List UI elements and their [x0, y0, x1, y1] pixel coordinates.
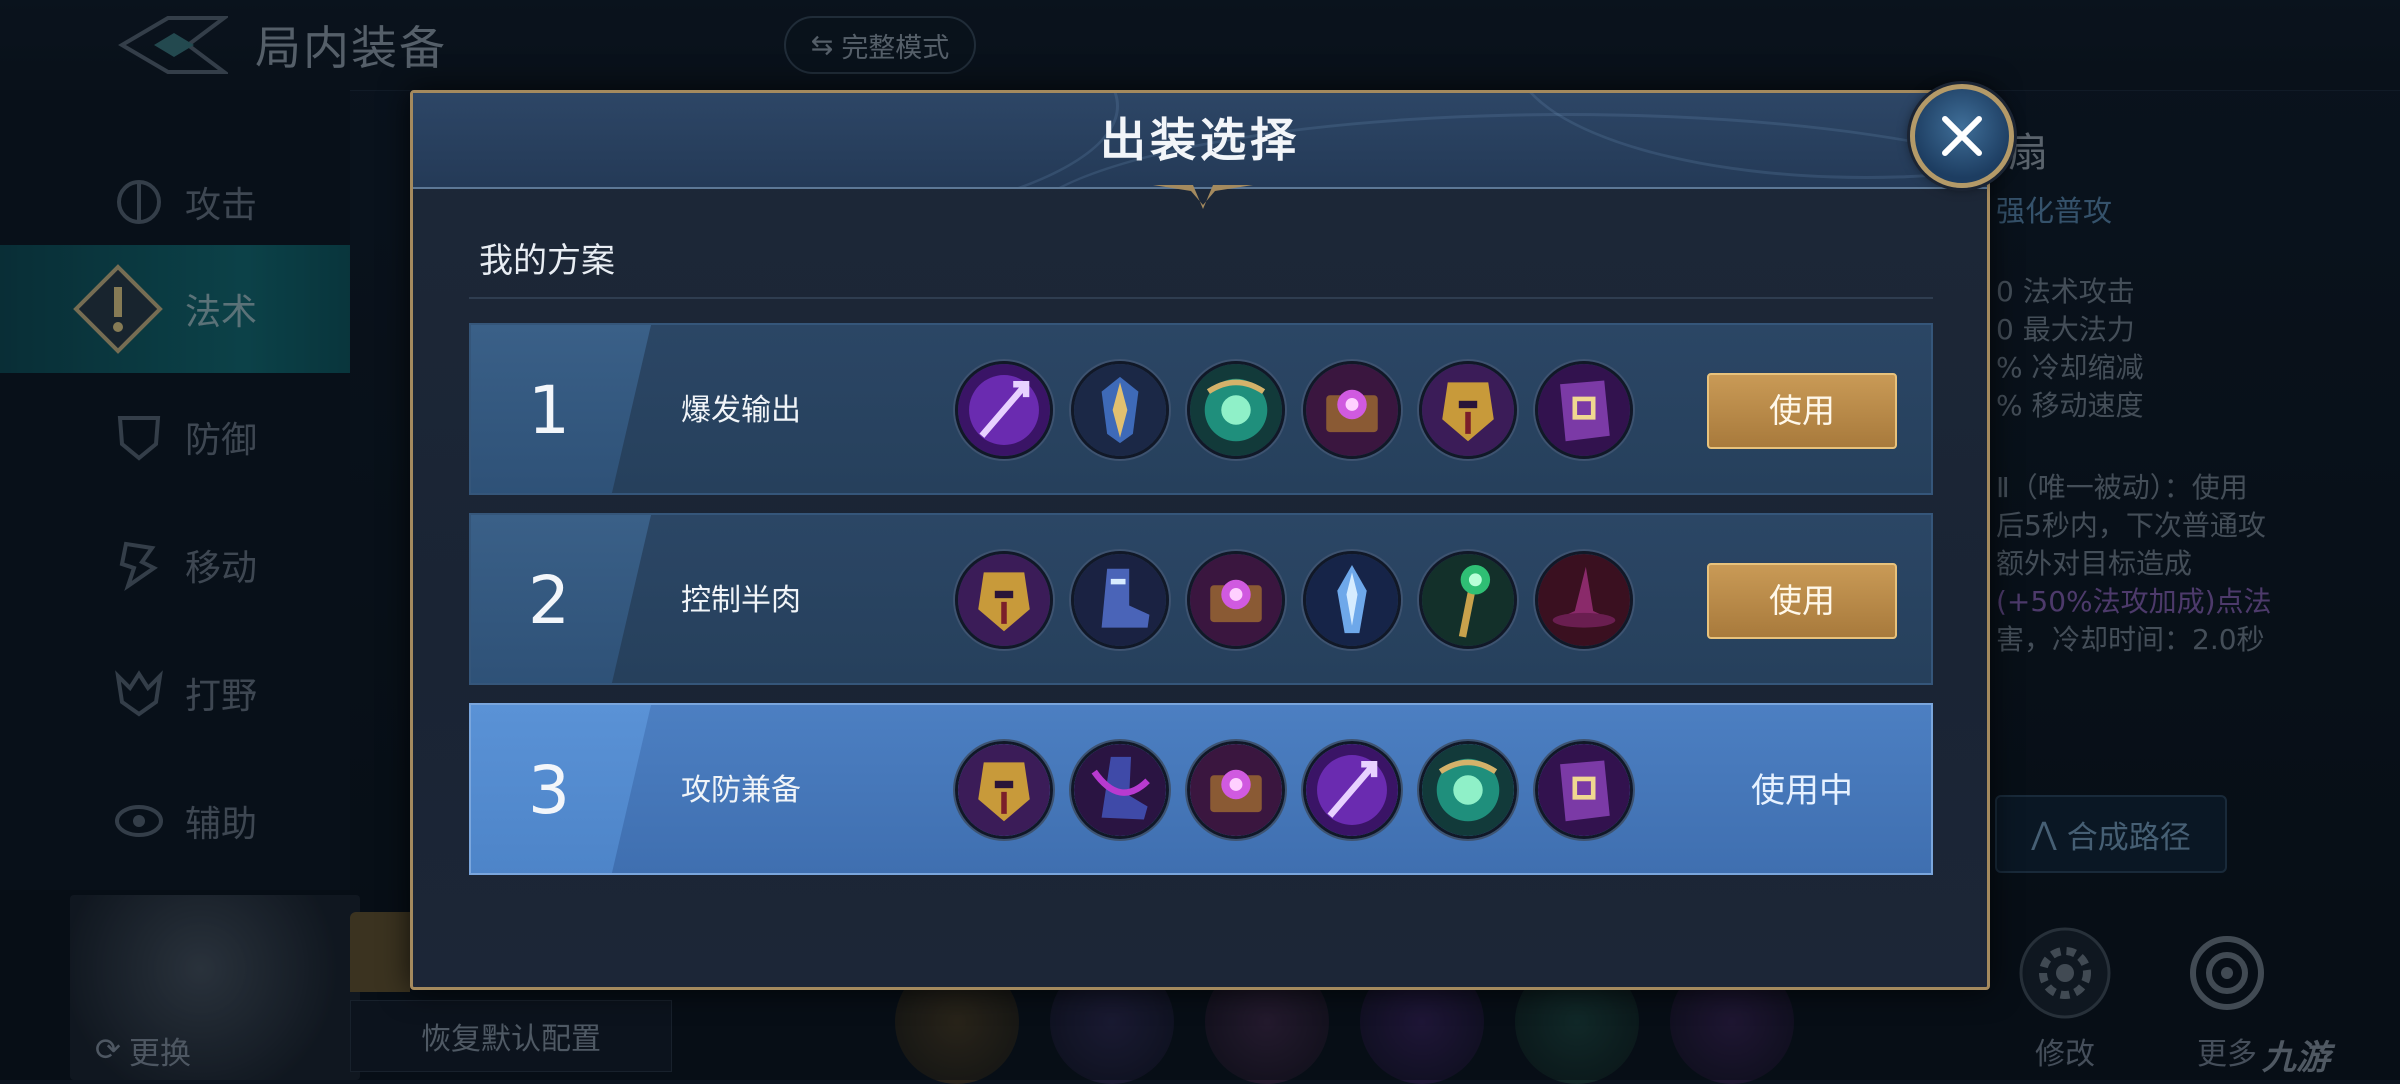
ice-shard-icon[interactable] [1303, 551, 1401, 649]
green-orb-icon[interactable] [1419, 741, 1517, 839]
build-plan-row[interactable]: 1 爆发输出 使用 [469, 323, 1933, 495]
header-ornament-icon [1153, 185, 1253, 209]
plan-number: 3 [528, 752, 570, 829]
plan-name: 控制半肉 [681, 583, 801, 618]
plan-name: 爆发输出 [681, 393, 801, 428]
blue-armor-icon[interactable] [1071, 361, 1169, 459]
gold-mask-icon[interactable] [1419, 361, 1517, 459]
dialog-title: 出装选择 [1100, 113, 1300, 167]
purple-spear-icon[interactable] [1303, 741, 1401, 839]
purple-book-icon[interactable] [1535, 361, 1633, 459]
blue-boots-icon[interactable] [1071, 551, 1169, 649]
red-hat-icon[interactable] [1535, 551, 1633, 649]
in-use-status: 使用中 [1751, 771, 1853, 811]
dialog-header: 出装选择 [413, 93, 1987, 189]
section-title: 我的方案 [479, 241, 615, 281]
green-orb-icon[interactable] [1187, 361, 1285, 459]
build-selection-dialog: 出装选择 我的方案 1 爆发输出 使用 2 控制半肉 使用 3 攻防兼备 使用中 [410, 90, 1990, 990]
green-staff-icon[interactable] [1419, 551, 1517, 649]
purple-book-icon[interactable] [1535, 741, 1633, 839]
use-plan-button[interactable]: 使用 [1707, 563, 1897, 639]
close-button[interactable] [1910, 84, 2014, 188]
plan-name: 攻防兼备 [681, 773, 801, 808]
purple-tome-icon[interactable] [1187, 551, 1285, 649]
purple-spear-icon[interactable] [955, 361, 1053, 459]
purple-tome-icon[interactable] [1187, 741, 1285, 839]
gold-mask-icon[interactable] [955, 741, 1053, 839]
plan-number: 1 [528, 372, 570, 449]
plan-number: 2 [528, 562, 570, 639]
build-plan-row[interactable]: 2 控制半肉 使用 [469, 513, 1933, 685]
purple-boots-icon[interactable] [1071, 741, 1169, 839]
use-plan-button[interactable]: 使用 [1707, 373, 1897, 449]
gold-mask-icon[interactable] [955, 551, 1053, 649]
purple-tome-icon[interactable] [1303, 361, 1401, 459]
build-plan-row[interactable]: 3 攻防兼备 使用中 [469, 703, 1933, 875]
section-divider [469, 297, 1933, 299]
close-icon [1942, 116, 1982, 156]
